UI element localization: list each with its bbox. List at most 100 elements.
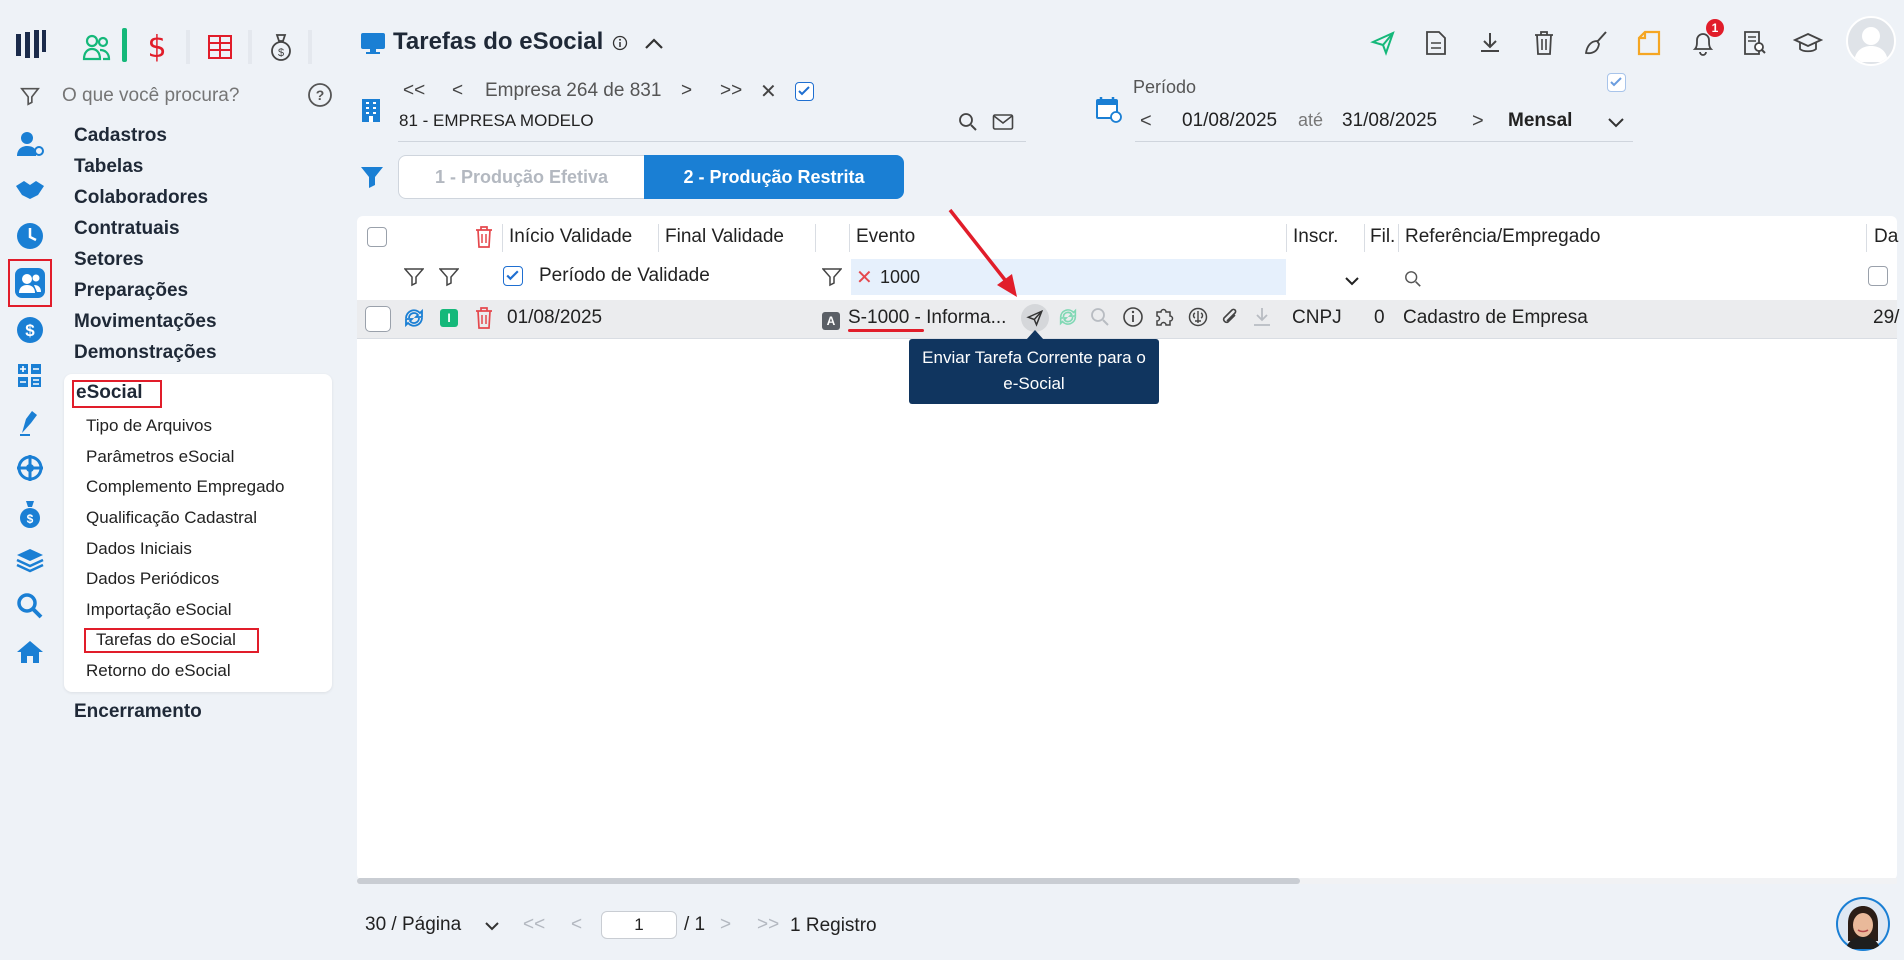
next-period-button[interactable]: > [1472, 110, 1484, 133]
column-header-inicio[interactable]: Início Validade [509, 226, 632, 248]
row-evento[interactable]: S-1000 - Informa... [848, 307, 1006, 329]
close-icon[interactable]: ✕ [760, 79, 777, 104]
menu-item-setores[interactable]: Setores [74, 249, 144, 271]
info-icon[interactable] [611, 34, 629, 52]
send-task-icon[interactable] [1021, 304, 1049, 332]
filter-icon[interactable] [820, 265, 844, 289]
first-company-button[interactable]: << [403, 80, 425, 102]
page-size-chevron-icon[interactable] [481, 916, 503, 936]
top-tab-money-bag-icon[interactable]: $ [264, 30, 298, 64]
document-icon[interactable] [1421, 28, 1451, 58]
info-circle-icon[interactable] [1121, 305, 1145, 329]
submenu-item-retorno[interactable]: Retorno do eSocial [86, 661, 231, 681]
menu-item-contratuais[interactable]: Contratuais [74, 218, 180, 240]
home-icon[interactable] [12, 634, 48, 670]
clear-filter-icon[interactable]: ✕ [856, 265, 873, 290]
graduation-cap-icon[interactable] [1792, 28, 1824, 58]
column-header-final[interactable]: Final Validade [665, 226, 784, 248]
submenu-item-importacao[interactable]: Importação eSocial [86, 600, 232, 620]
period-checkbox[interactable] [1607, 73, 1626, 92]
money-bag-icon[interactable]: $ [12, 496, 48, 532]
last-company-button[interactable]: >> [720, 80, 742, 102]
filter-icon[interactable] [437, 265, 461, 289]
user-avatar[interactable] [1846, 16, 1896, 66]
row-trash-icon[interactable] [472, 305, 496, 331]
menu-item-cadastros[interactable]: Cadastros [74, 125, 167, 147]
sticky-note-icon[interactable] [1634, 28, 1664, 58]
top-tab-spreadsheet-icon[interactable] [203, 30, 237, 64]
filter-icon[interactable] [16, 82, 44, 110]
prev-period-button[interactable]: < [1140, 110, 1152, 133]
mail-icon[interactable] [990, 110, 1016, 134]
column-header-inscr[interactable]: Inscr. [1293, 226, 1338, 248]
column-header-data[interactable]: Da [1874, 226, 1898, 248]
attachment-icon[interactable] [1218, 305, 1242, 329]
puzzle-icon[interactable] [1153, 305, 1177, 329]
company-search-icon[interactable] [956, 110, 980, 134]
broom-icon[interactable] [1582, 28, 1614, 58]
layers-icon[interactable] [12, 542, 48, 578]
first-page-button[interactable]: << [523, 914, 545, 936]
delete-column-trash-icon[interactable] [472, 225, 496, 249]
inscr-filter-chevron-icon[interactable] [1343, 272, 1361, 290]
menu-item-tabelas[interactable]: Tabelas [74, 156, 143, 178]
period-start[interactable]: 01/08/2025 [1182, 110, 1277, 132]
row-checkbox[interactable] [365, 306, 391, 332]
calculator-icon[interactable] [12, 358, 48, 394]
column-header-fil[interactable]: Fil. [1370, 226, 1395, 248]
search-input[interactable] [60, 80, 304, 112]
people-icon[interactable] [12, 265, 48, 301]
menu-item-movimentacoes[interactable]: Movimentações [74, 311, 217, 333]
dollar-circle-icon[interactable]: $ [12, 312, 48, 348]
page-input[interactable]: 1 [601, 911, 677, 939]
top-tab-dollar-icon[interactable]: $ [140, 30, 174, 65]
network-icon[interactable] [12, 450, 48, 486]
help-icon[interactable]: ? [305, 80, 335, 110]
filter-toggle-icon[interactable] [357, 162, 387, 192]
report-search-icon[interactable] [1740, 28, 1770, 58]
app-logo[interactable] [14, 28, 48, 62]
row-download-icon[interactable] [1250, 305, 1274, 329]
submenu-item-dados-iniciais[interactable]: Dados Iniciais [86, 539, 192, 559]
clock-icon[interactable] [12, 218, 48, 254]
user-settings-icon[interactable] [12, 126, 48, 162]
column-header-evento[interactable]: Evento [856, 226, 915, 248]
assistant-avatar[interactable] [1836, 897, 1890, 951]
data-filter-checkbox[interactable] [1868, 266, 1888, 286]
page-size-select[interactable]: 30 / Página [365, 914, 461, 936]
referencia-search-icon[interactable] [1402, 268, 1424, 290]
submenu-item-complemento[interactable]: Complemento Empregado [86, 477, 284, 497]
menu-item-preparacoes[interactable]: Preparações [74, 280, 188, 302]
evento-filter-value[interactable]: 1000 [880, 267, 920, 288]
menu-item-demonstracoes[interactable]: Demonstrações [74, 342, 217, 364]
period-type-chevron-icon[interactable] [1604, 110, 1628, 134]
download-icon[interactable] [1475, 28, 1505, 58]
brain-icon[interactable] [1186, 305, 1210, 329]
handshake-icon[interactable] [12, 172, 48, 208]
submenu-item-qualificacao[interactable]: Qualificação Cadastral [86, 508, 257, 528]
pen-icon[interactable] [12, 404, 48, 440]
menu-item-colaboradores[interactable]: Colaboradores [74, 187, 208, 209]
select-all-checkbox[interactable] [367, 227, 387, 247]
prev-page-button[interactable]: < [571, 914, 582, 936]
tab-producao-restrita[interactable]: 2 - Produção Restrita [644, 155, 904, 199]
sync-icon[interactable] [401, 305, 427, 331]
trash-icon[interactable] [1529, 28, 1559, 58]
prev-company-button[interactable]: < [452, 80, 463, 102]
refresh-icon[interactable] [1056, 305, 1080, 329]
collapse-chevron-icon[interactable] [640, 30, 668, 58]
period-end[interactable]: 31/08/2025 [1342, 110, 1437, 132]
send-icon[interactable] [1368, 28, 1398, 58]
next-company-button[interactable]: > [681, 80, 692, 102]
view-search-icon[interactable] [1089, 306, 1111, 328]
menu-item-encerramento[interactable]: Encerramento [74, 701, 202, 723]
top-tab-people-icon[interactable] [80, 30, 114, 64]
column-header-referencia[interactable]: Referência/Empregado [1405, 226, 1600, 248]
submenu-item-dados-periodicos[interactable]: Dados Periódicos [86, 569, 219, 589]
submenu-item-tipo-arquivos[interactable]: Tipo de Arquivos [86, 416, 212, 436]
period-type-select[interactable]: Mensal [1508, 110, 1572, 132]
tab-producao-efetiva[interactable]: 1 - Produção Efetiva [398, 155, 645, 199]
horizontal-scrollbar-thumb[interactable] [357, 878, 1300, 884]
last-page-button[interactable]: >> [757, 914, 779, 936]
company-checkbox[interactable] [795, 82, 814, 101]
